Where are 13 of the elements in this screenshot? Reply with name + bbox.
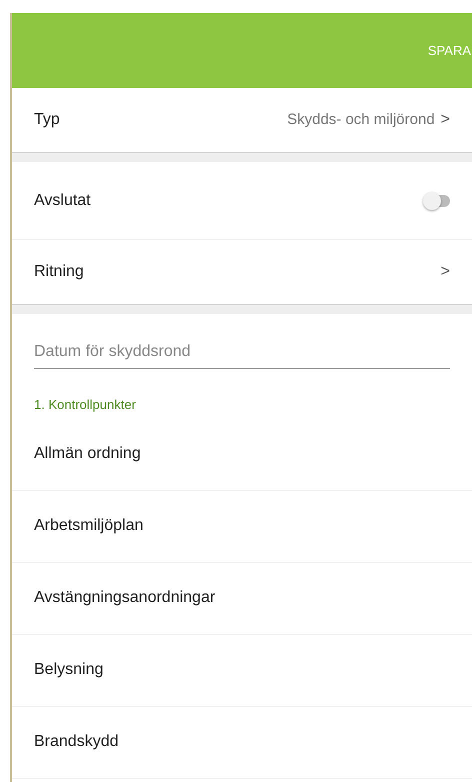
chevron-icon: > xyxy=(440,108,450,132)
checkpoint-item[interactable]: Arbetsmiljöplan xyxy=(12,490,472,562)
type-label: Typ xyxy=(34,110,61,130)
toggle-switch[interactable] xyxy=(426,194,450,206)
checkpoint-item[interactable]: Avstängningsanordningar xyxy=(12,562,472,634)
chevron-icon: > xyxy=(440,260,450,284)
checkpoint-item[interactable]: Belysning xyxy=(12,634,472,706)
settings-label: Ritning xyxy=(34,262,85,282)
checkpoint-item[interactable]: Allmän ordning xyxy=(12,418,472,490)
settings-label: Avslutat xyxy=(34,190,92,210)
type-value: Skydds- och miljörond xyxy=(287,110,435,130)
checkpoint-item[interactable]: Brandskydd xyxy=(12,706,472,778)
section-heading: 1. Kontrollpunkter xyxy=(33,396,137,414)
